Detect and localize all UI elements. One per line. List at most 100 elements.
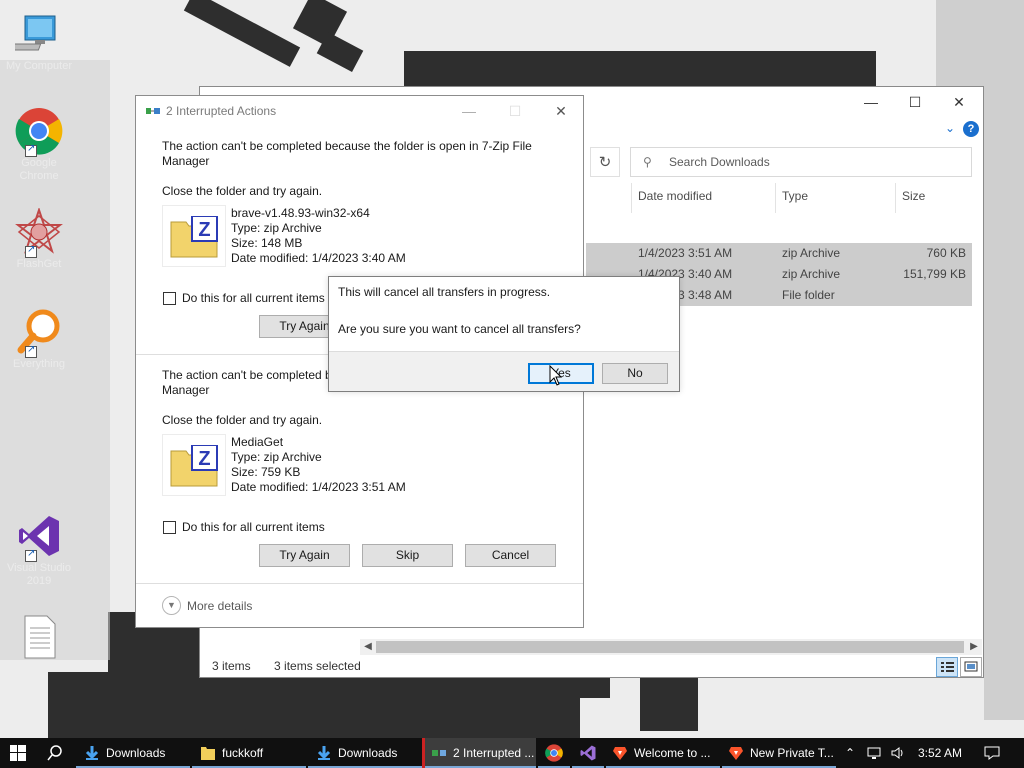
folder-icon xyxy=(200,745,216,761)
desktop-icon-everything[interactable]: Everything xyxy=(4,308,74,371)
chevron-down-icon[interactable]: ⌄ xyxy=(945,121,955,135)
desktop-icon-label: Google Chrome xyxy=(19,157,59,182)
close-button[interactable]: ✕ xyxy=(936,87,982,117)
column-header-date[interactable]: Date modified xyxy=(631,183,775,213)
desktop-icon-text-file[interactable] xyxy=(4,612,74,662)
svg-text:Z: Z xyxy=(198,448,210,470)
notification-icon xyxy=(984,746,1000,760)
search-icon xyxy=(47,745,62,761)
error-message: The action can't be completed because th… xyxy=(162,139,532,168)
checkbox-label: Do this for all current items xyxy=(182,291,325,305)
wallpaper-shape xyxy=(48,672,118,738)
download-folder-icon xyxy=(84,745,100,761)
file-type: zip Archive xyxy=(782,267,841,281)
desktop-icon-flashget[interactable]: FlashGet xyxy=(4,206,74,271)
wallpaper-shape xyxy=(580,678,610,698)
help-icon[interactable]: ? xyxy=(963,121,979,137)
refresh-button[interactable]: ↻ xyxy=(590,147,620,177)
large-icons-view-icon xyxy=(964,661,978,672)
apply-to-all-checkbox[interactable]: Do this for all current items xyxy=(163,520,325,534)
scrollbar-thumb[interactable] xyxy=(376,641,964,653)
taskbar-item-interrupted[interactable]: 2 Interrupted ... xyxy=(422,738,536,768)
scroll-left-icon[interactable]: ◀ xyxy=(360,639,376,655)
column-header-type[interactable]: Type xyxy=(775,183,895,213)
wallpaper-shape xyxy=(984,120,1024,720)
minimize-button[interactable]: — xyxy=(446,96,492,126)
horizontal-scrollbar[interactable]: ◀ ▶ xyxy=(360,639,982,655)
file-type: File folder xyxy=(782,288,835,302)
checkbox-box[interactable] xyxy=(163,520,176,534)
taskbar-item-chrome[interactable] xyxy=(538,738,570,768)
visual-studio-icon xyxy=(15,512,63,562)
try-again-button[interactable]: Try Again xyxy=(259,544,350,567)
wallpaper-shape xyxy=(183,0,301,67)
search-button[interactable] xyxy=(36,738,74,768)
transfer-icon xyxy=(431,745,447,761)
wallpaper-shape xyxy=(404,51,876,91)
more-details-toggle[interactable]: ▼ More details xyxy=(162,596,252,615)
refresh-icon: ↻ xyxy=(598,154,612,171)
skip-button[interactable]: Skip xyxy=(362,544,453,567)
chrome-icon xyxy=(545,744,563,762)
checkbox-box[interactable] xyxy=(163,291,176,305)
search-icon: ⚲ xyxy=(643,155,652,169)
clock[interactable]: 3:52 AM xyxy=(918,746,962,760)
text-file-icon xyxy=(15,612,63,660)
details-view-button[interactable] xyxy=(936,657,958,677)
taskbar-item-downloads-2[interactable]: Downloads xyxy=(308,738,422,768)
desktop-icon-label: Everything xyxy=(13,358,65,370)
file-size: Size: 759 KB xyxy=(231,465,301,479)
cancel-button[interactable]: Cancel xyxy=(465,544,556,567)
taskbar: Downloads fuckkoff Downloads 2 Interrupt… xyxy=(0,738,1024,768)
column-header-size[interactable]: Size xyxy=(895,183,975,213)
network-icon[interactable] xyxy=(866,745,882,761)
checkbox-label: Do this for all current items xyxy=(182,520,325,534)
scroll-right-icon[interactable]: ▶ xyxy=(966,639,982,655)
status-selected-count: 3 items selected xyxy=(274,659,361,673)
taskbar-item-downloads[interactable]: Downloads xyxy=(76,738,190,768)
search-placeholder: Search Downloads xyxy=(669,155,770,169)
apply-to-all-checkbox[interactable]: Do this for all current items xyxy=(163,291,325,305)
desktop-icon-chrome[interactable]: Google Chrome xyxy=(4,107,74,183)
system-tray: ⌃ 3:52 AM xyxy=(842,738,962,768)
taskbar-item-visual-studio[interactable] xyxy=(572,738,604,768)
shortcut-arrow-icon xyxy=(25,344,37,358)
desktop-icon-my-computer[interactable]: My Computer xyxy=(4,10,74,73)
transfer-icon xyxy=(146,108,160,114)
volume-icon[interactable] xyxy=(890,745,906,761)
desktop-icon-visual-studio[interactable]: Visual Studio 2019 xyxy=(4,512,74,588)
file-type: Type: zip Archive xyxy=(231,450,322,464)
file-size: Size: 148 MB xyxy=(231,236,303,250)
desktop-icon-label: FlashGet xyxy=(16,258,62,270)
file-date: Date modified: 1/4/2023 3:51 AM xyxy=(231,480,406,494)
shortcut-arrow-icon xyxy=(25,548,37,562)
dialog-titlebar[interactable]: 2 Interrupted Actions — ☐ ✕ xyxy=(136,96,583,126)
maximize-button[interactable]: ☐ xyxy=(892,87,938,117)
search-box[interactable]: ⚲ Search Downloads xyxy=(630,147,972,177)
file-row[interactable]: 1/4/2023 3:51 AM zip Archive 760 KB xyxy=(586,243,972,264)
notification-button[interactable] xyxy=(980,738,1004,768)
details-view-icon xyxy=(941,662,954,672)
status-bar: 3 items 3 items selected xyxy=(212,659,381,673)
taskbar-item-brave-welcome[interactable]: Welcome to ... xyxy=(606,738,720,768)
dialog-title: 2 Interrupted Actions xyxy=(166,104,277,118)
cancel-transfers-dialog[interactable]: This will cancel all transfers in progre… xyxy=(328,276,680,392)
taskbar-item-folder[interactable]: fuckkoff xyxy=(192,738,306,768)
more-details-label: More details xyxy=(187,598,253,613)
zip-file-icon: Z xyxy=(162,205,226,267)
brave-icon xyxy=(612,745,628,761)
status-item-count: 3 items xyxy=(212,659,251,673)
large-icons-view-button[interactable] xyxy=(960,657,982,677)
file-size: 760 KB xyxy=(926,246,966,260)
chevron-down-icon: ▼ xyxy=(162,596,181,615)
taskbar-item-brave-private[interactable]: New Private T... xyxy=(722,738,836,768)
start-button[interactable] xyxy=(0,738,36,768)
svg-text:Z: Z xyxy=(198,219,210,241)
hint-text: Close the folder and try again. xyxy=(162,184,323,198)
desktop-icon-label: Visual Studio 2019 xyxy=(6,562,71,587)
close-button[interactable]: ✕ xyxy=(538,96,584,126)
chevron-up-icon[interactable]: ⌃ xyxy=(842,746,858,760)
minimize-button[interactable]: — xyxy=(848,87,894,117)
no-button[interactable]: No xyxy=(602,363,668,384)
file-type: zip Archive xyxy=(782,246,841,260)
